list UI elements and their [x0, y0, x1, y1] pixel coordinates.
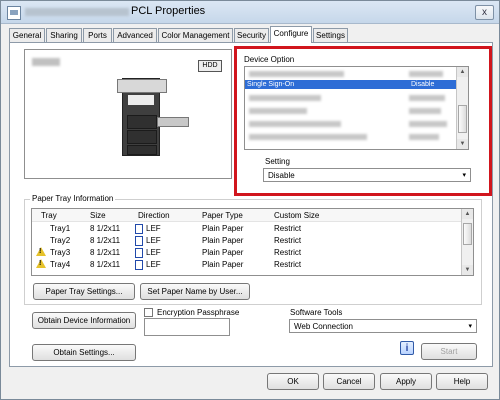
device-option-list[interactable]: Single Sign-On Disable ▲ ▼ — [244, 66, 469, 150]
software-tools-label: Software Tools — [290, 308, 343, 317]
chevron-down-icon: ▾ — [462, 172, 466, 179]
size-cell: 8 1/2x11 — [90, 260, 121, 269]
title-bar: PCL Properties x — [1, 1, 499, 24]
software-tools-select[interactable]: Web Connection ▾ — [289, 319, 477, 333]
list-item[interactable] — [245, 132, 456, 141]
direction-cell: LEF — [146, 260, 161, 269]
tray-cell: Tray3 — [50, 248, 71, 257]
tab-advanced[interactable]: Advanced — [113, 28, 157, 42]
size-cell: 8 1/2x11 — [90, 248, 121, 257]
cancel-button[interactable]: Cancel — [323, 373, 375, 390]
direction-cell: LEF — [146, 248, 161, 257]
device-option-highlight: Device Option Single Sign-On Disable ▲ ▼… — [234, 46, 492, 196]
warning-icon — [36, 259, 46, 268]
table-row[interactable]: Tray2 8 1/2x11 LEF Plain Paper Restrict — [32, 235, 461, 247]
paper-tray-settings-button[interactable]: Paper Tray Settings... — [33, 283, 135, 300]
tab-security[interactable]: Security — [234, 28, 269, 42]
scroll-up-icon[interactable]: ▲ — [462, 209, 473, 219]
document-icon — [135, 260, 143, 270]
tab-color-management[interactable]: Color Management — [158, 28, 233, 42]
tab-configure[interactable]: Configure — [270, 26, 312, 43]
direction-cell: LEF — [146, 224, 161, 233]
size-cell: 8 1/2x11 — [90, 236, 121, 245]
set-paper-name-button[interactable]: Set Paper Name by User... — [140, 283, 250, 300]
table-header: Tray Size Direction Paper Type Custom Si… — [32, 209, 461, 222]
paper-type-cell: Plain Paper — [202, 224, 244, 233]
device-preview: HDD — [24, 49, 232, 179]
tab-ports[interactable]: Ports — [83, 28, 112, 42]
ok-button[interactable]: OK — [267, 373, 319, 390]
column-header: Direction — [138, 211, 170, 220]
custom-size-cell: Restrict — [274, 224, 302, 233]
paper-tray-table[interactable]: Tray Size Direction Paper Type Custom Si… — [31, 208, 474, 276]
document-icon — [135, 224, 143, 234]
scroll-down-icon[interactable]: ▼ — [462, 265, 473, 275]
column-header: Tray — [41, 211, 57, 220]
document-icon — [135, 248, 143, 258]
device-list-scrollbar[interactable]: ▲ ▼ — [456, 67, 468, 149]
scroll-thumb[interactable] — [463, 223, 472, 245]
size-cell: 8 1/2x11 — [90, 224, 121, 233]
custom-size-cell: Restrict — [274, 248, 302, 257]
list-item[interactable] — [245, 106, 456, 115]
custom-size-cell: Restrict — [274, 236, 302, 245]
chevron-down-icon: ▾ — [468, 323, 472, 330]
list-item[interactable] — [245, 119, 456, 128]
paper-type-cell: Plain Paper — [202, 248, 244, 257]
blurred-preview-text — [32, 58, 60, 66]
printer-icon — [7, 6, 21, 20]
paper-tray-label: Paper Tray Information — [30, 194, 116, 203]
blurred-device-name — [25, 8, 129, 16]
column-header: Custom Size — [274, 211, 320, 220]
list-item[interactable] — [245, 69, 456, 78]
printer-illustration — [117, 78, 189, 156]
table-row[interactable]: Tray3 8 1/2x11 LEF Plain Paper Restrict — [32, 247, 461, 259]
scroll-thumb[interactable] — [458, 105, 467, 133]
document-icon — [135, 236, 143, 246]
custom-size-cell: Restrict — [274, 260, 302, 269]
help-button[interactable]: Help — [436, 373, 488, 390]
setting-label: Setting — [265, 157, 290, 166]
device-option-name: Single Sign-On — [247, 81, 295, 88]
tab-settings[interactable]: Settings — [313, 28, 348, 42]
tray-cell: Tray2 — [50, 236, 71, 245]
encryption-passphrase-label: Encryption Passphrase — [157, 308, 240, 317]
table-row[interactable]: Tray1 8 1/2x11 LEF Plain Paper Restrict — [32, 223, 461, 235]
selected-device-option[interactable]: Single Sign-On Disable — [245, 80, 456, 89]
setting-value: Disable — [268, 171, 295, 180]
setting-select[interactable]: Disable ▾ — [263, 168, 471, 182]
hdd-icon: HDD — [198, 60, 222, 72]
apply-button[interactable]: Apply — [380, 373, 432, 390]
device-option-value: Disable — [411, 81, 435, 88]
close-icon: x — [482, 7, 487, 18]
start-button: Start — [421, 343, 477, 360]
scroll-up-icon[interactable]: ▲ — [457, 67, 468, 77]
obtain-settings-button[interactable]: Obtain Settings... — [32, 344, 136, 361]
tray-cell: Tray4 — [50, 260, 71, 269]
obtain-device-information-button[interactable]: Obtain Device Information — [32, 312, 136, 329]
paper-type-cell: Plain Paper — [202, 260, 244, 269]
close-button[interactable]: x — [475, 5, 494, 20]
tab-general[interactable]: General — [9, 28, 45, 42]
encryption-passphrase-input[interactable] — [144, 318, 230, 336]
warning-icon — [36, 247, 46, 256]
paper-type-cell: Plain Paper — [202, 236, 244, 245]
encryption-checkbox[interactable] — [144, 308, 153, 317]
list-item[interactable] — [245, 93, 456, 102]
device-option-label: Device Option — [244, 55, 295, 64]
direction-cell: LEF — [146, 236, 161, 245]
info-icon[interactable]: i — [400, 341, 414, 355]
window-title: PCL Properties — [131, 5, 206, 17]
table-row[interactable]: Tray4 8 1/2x11 LEF Plain Paper Restrict — [32, 259, 461, 271]
tray-cell: Tray1 — [50, 224, 71, 233]
tray-list-scrollbar[interactable]: ▲ ▼ — [461, 209, 473, 275]
scroll-down-icon[interactable]: ▼ — [457, 139, 468, 149]
column-header: Size — [90, 211, 106, 220]
column-header: Paper Type — [202, 211, 243, 220]
software-tools-value: Web Connection — [294, 322, 353, 331]
tab-sharing[interactable]: Sharing — [46, 28, 82, 42]
properties-window: PCL Properties x General Sharing Ports A… — [0, 0, 500, 400]
